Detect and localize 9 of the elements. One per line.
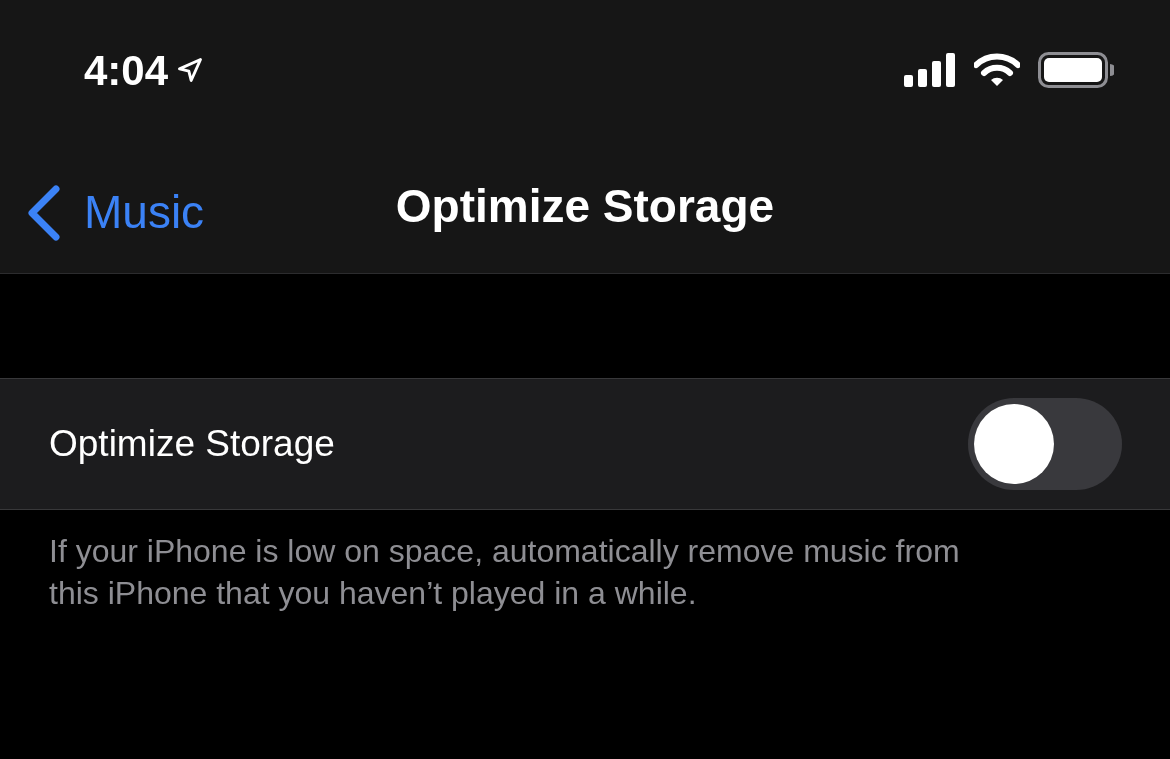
footer-note: If your iPhone is low on space, automatically remove music from this iPhone that you haven’t played in a while. [48, 532, 961, 613]
wifi-icon [974, 53, 1020, 87]
back-button[interactable]: Music [24, 178, 205, 247]
status-time: 4:04 [84, 45, 169, 96]
signal-icon [904, 53, 956, 87]
location-arrow-icon [176, 56, 205, 84]
setting-label: Optimize Storage [49, 422, 335, 467]
battery-icon [1038, 52, 1114, 88]
page-title: Optimize Storage [395, 179, 775, 234]
